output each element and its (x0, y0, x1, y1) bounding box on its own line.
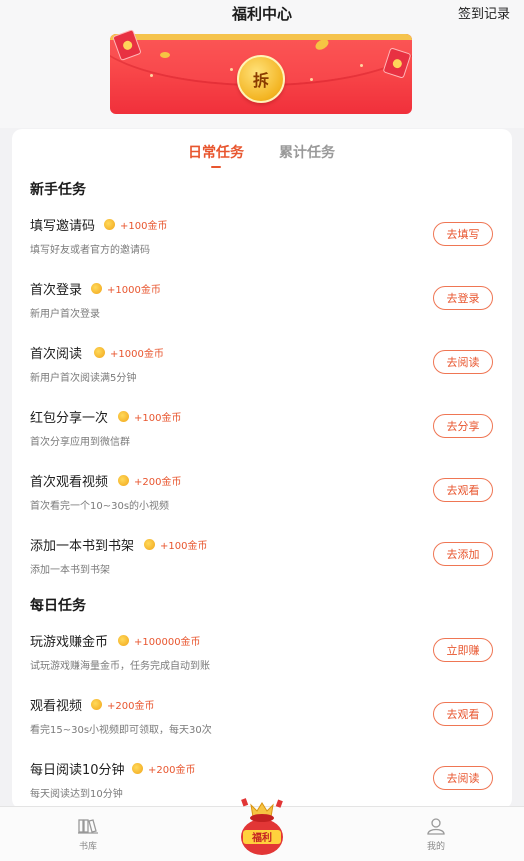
sparkle-dot (230, 68, 233, 71)
welfare-bag-icon[interactable]: 福利 (237, 797, 287, 857)
sparkle-dot (150, 74, 153, 77)
watch-video-button[interactable]: 去观看 (433, 478, 493, 502)
tab-cumulative-tasks[interactable]: 累计任务 (279, 142, 335, 162)
task-name: 红包分享一次 (30, 411, 109, 426)
task-name: 首次登录 (30, 283, 83, 298)
reward-amount: +100金币 (134, 413, 182, 424)
reward-amount: +200金币 (148, 765, 196, 776)
task-row: 添加一本书到书架 +100金币 添加一本书到书架 去添加 (12, 535, 512, 595)
earn-now-button[interactable]: 立即赚 (433, 638, 493, 662)
task-reward: +200金币 (132, 761, 195, 776)
task-row: 红包分享一次 +100金币 首次分享应用到微信群 去分享 (12, 407, 512, 467)
reward-amount: +200金币 (134, 477, 182, 488)
task-description: 每天阅读达到10分钟 (30, 789, 123, 800)
coin-icon (118, 475, 129, 486)
section-title-newbie: 新手任务 (30, 179, 86, 201)
task-reward: +100000金币 (118, 633, 201, 648)
nav-label-library: 书库 (78, 842, 97, 852)
read-daily-button[interactable]: 去阅读 (433, 766, 493, 790)
task-row: 填写邀请码 +100金币 填写好友或者官方的邀请码 去填写 (12, 215, 512, 275)
user-icon (427, 818, 445, 835)
task-row: 首次登录 +1000金币 新用户首次登录 去登录 (12, 279, 512, 339)
task-name: 观看视频 (30, 699, 83, 714)
section-title-daily: 每日任务 (30, 595, 86, 617)
task-description: 看完15~30s小视频即可领取，每天30次 (30, 725, 212, 736)
task-description: 新用户首次阅读满5分钟 (30, 373, 137, 384)
coin-icon (91, 283, 102, 294)
watch-video-daily-button[interactable]: 去观看 (433, 702, 493, 726)
header-area: 福利中心 签到记录 拆 (0, 0, 524, 128)
nav-label-mine: 我的 (426, 842, 445, 852)
task-name: 首次观看视频 (30, 475, 109, 490)
task-row: 观看视频 +200金币 看完15~30s小视频即可领取，每天30次 去观看 (12, 695, 512, 755)
sparkle-dot (360, 64, 363, 67)
task-name: 添加一本书到书架 (30, 539, 135, 554)
task-description: 新用户首次登录 (30, 309, 100, 320)
reward-amount: +1000金币 (107, 285, 161, 296)
task-name: 玩游戏赚金币 (30, 635, 109, 650)
task-row: 首次观看视频 +200金币 首次看完一个10~30s的小视频 去观看 (12, 471, 512, 531)
task-description: 试玩游戏赚海量金币，任务完成自动到账 (30, 661, 210, 672)
coin-icon (104, 219, 115, 230)
task-reward: +1000金币 (94, 345, 164, 360)
envelope-rim (110, 34, 412, 40)
gold-coin-icon (160, 52, 170, 58)
open-envelope-button[interactable]: 拆 (237, 55, 285, 103)
coin-icon (91, 699, 102, 710)
welfare-label: 福利 (251, 831, 272, 844)
task-reward: +100金币 (104, 217, 167, 232)
tab-daily-tasks[interactable]: 日常任务 (188, 142, 244, 162)
coin-icon (118, 411, 129, 422)
login-button[interactable]: 去登录 (433, 286, 493, 310)
sparkle-dot (310, 78, 313, 81)
tasks-panel: 日常任务 累计任务 新手任务 填写邀请码 +100金币 填写好友或者官方的邀请码… (12, 129, 512, 809)
task-reward: +200金币 (118, 473, 181, 488)
nav-item-library[interactable]: 书库 (68, 817, 108, 852)
add-to-shelf-button[interactable]: 去添加 (433, 542, 493, 566)
task-reward: +100金币 (118, 409, 181, 424)
task-name: 首次阅读 (30, 347, 83, 362)
coin-icon (118, 635, 129, 646)
task-row: 玩游戏赚金币 +100000金币 试玩游戏赚海量金币，任务完成自动到账 立即赚 (12, 631, 512, 691)
coin-icon (94, 347, 105, 358)
task-description: 添加一本书到书架 (30, 565, 110, 576)
active-tab-indicator (211, 166, 221, 168)
task-reward: +100金币 (144, 537, 207, 552)
task-name: 填写邀请码 (30, 219, 96, 234)
task-description: 填写好友或者官方的邀请码 (30, 245, 150, 256)
signin-record-link[interactable]: 签到记录 (458, 3, 510, 22)
coin-icon (144, 539, 155, 550)
reward-amount: +100金币 (120, 221, 168, 232)
nav-item-mine[interactable]: 我的 (416, 817, 456, 852)
reward-amount: +100金币 (160, 541, 208, 552)
page-title: 福利中心 (231, 5, 292, 23)
reward-amount: +1000金币 (110, 349, 164, 360)
coin-icon (132, 763, 143, 774)
task-description: 首次分享应用到微信群 (30, 437, 130, 448)
fill-invite-code-button[interactable]: 去填写 (433, 222, 493, 246)
reward-amount: +200金币 (107, 701, 155, 712)
reward-amount: +100000金币 (134, 637, 201, 648)
task-tabs: 日常任务 累计任务 (12, 142, 512, 172)
share-button[interactable]: 去分享 (433, 414, 493, 438)
task-reward: +200金币 (91, 697, 154, 712)
books-icon (78, 819, 98, 834)
task-name: 每日阅读10分钟 (30, 763, 125, 778)
task-row: 首次阅读 +1000金币 新用户首次阅读满5分钟 去阅读 (12, 343, 512, 403)
task-description: 首次看完一个10~30s的小视频 (30, 501, 170, 512)
task-reward: +1000金币 (91, 281, 161, 296)
read-button[interactable]: 去阅读 (433, 350, 493, 374)
